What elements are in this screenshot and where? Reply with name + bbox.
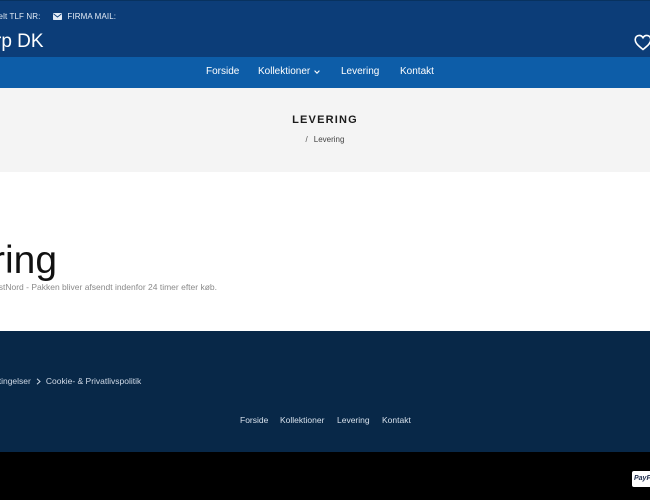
breadcrumb-separator: /	[305, 135, 308, 144]
policy-links: etingelser Cookie- & Privatlivspolitik	[0, 376, 141, 386]
nav-item-forside[interactable]: Forside	[206, 66, 239, 77]
paypal-badge: PayPal	[632, 471, 650, 487]
privacy-link[interactable]: Cookie- & Privatlivspolitik	[46, 376, 141, 386]
phone-label: uelt TLF NR:	[0, 11, 41, 21]
envelope-icon	[53, 12, 63, 20]
mail-label: FIRMA MAIL:	[67, 11, 117, 21]
content-heading: ring	[0, 239, 58, 283]
footer-link-forside[interactable]: Forside	[240, 415, 268, 425]
top-header: uelt TLF NR: FIRMA MAIL: rp DK	[0, 0, 650, 58]
bottom-bar: PayPal	[0, 452, 650, 500]
main-nav: Forside Kollektioner Levering Kontakt	[0, 57, 650, 88]
terms-link[interactable]: etingelser	[0, 376, 31, 386]
footer-link-kollektioner[interactable]: Kollektioner	[280, 415, 324, 425]
footer-link-kontakt[interactable]: Kontakt	[382, 415, 411, 425]
content-text: ostNord - Pakken bliver afsendt indenfor…	[0, 282, 217, 292]
chevron-right-icon	[36, 377, 41, 385]
heart-icon[interactable]	[634, 34, 650, 51]
footer-nav: Forside Kollektioner Levering Kontakt	[0, 415, 650, 429]
footer-link-levering[interactable]: Levering	[337, 415, 370, 425]
footer: etingelser Cookie- & Privatlivspolitik F…	[0, 331, 650, 452]
page-title: LEVERING	[292, 114, 358, 126]
nav-item-kollektioner[interactable]: Kollektioner	[258, 66, 321, 77]
contact-line: uelt TLF NR: FIRMA MAIL:	[0, 10, 116, 22]
nav-item-kontakt[interactable]: Kontakt	[400, 66, 434, 77]
breadcrumb-current: Levering	[313, 135, 345, 144]
breadcrumb: / Levering	[0, 135, 650, 144]
page-hero: LEVERING / Levering	[0, 88, 650, 172]
brand-logo[interactable]: rp DK	[0, 31, 44, 53]
chevron-down-icon	[314, 69, 321, 74]
nav-item-levering[interactable]: Levering	[341, 66, 379, 77]
